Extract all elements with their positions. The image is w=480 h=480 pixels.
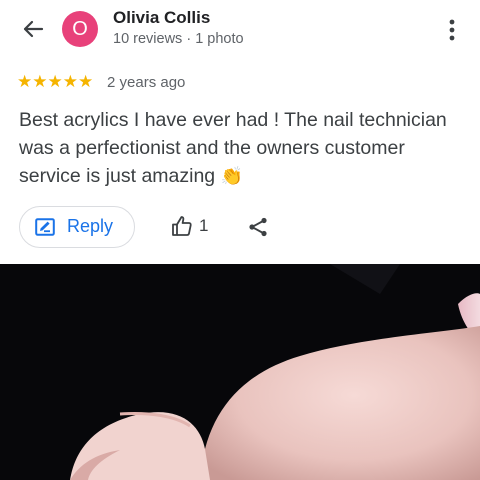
avatar[interactable]: O [62,11,98,47]
arrow-left-icon[interactable] [18,14,48,44]
review-text-block: Best acrylics I have ever had ! The nail… [19,106,469,190]
review-header: O Olivia Collis 10 reviews · 1 photo [0,0,480,60]
review-age: 2 years ago [107,74,186,91]
more-vert-icon[interactable] [440,16,464,44]
star-rating: ★★★★★ [17,72,94,91]
share-icon[interactable] [246,215,270,239]
reviewer-meta: 10 reviews · 1 photo [113,31,244,47]
thumbs-up-icon[interactable] [170,214,194,238]
reply-button-label: Reply [67,216,114,236]
clapping-hands-emoji: 👏 [220,166,243,186]
like-count: 1 [199,216,209,235]
review-photo[interactable] [0,264,480,480]
reviewer-name[interactable]: Olivia Collis [113,8,210,28]
reply-edit-icon [35,218,55,236]
reply-button[interactable]: Reply [19,206,135,248]
